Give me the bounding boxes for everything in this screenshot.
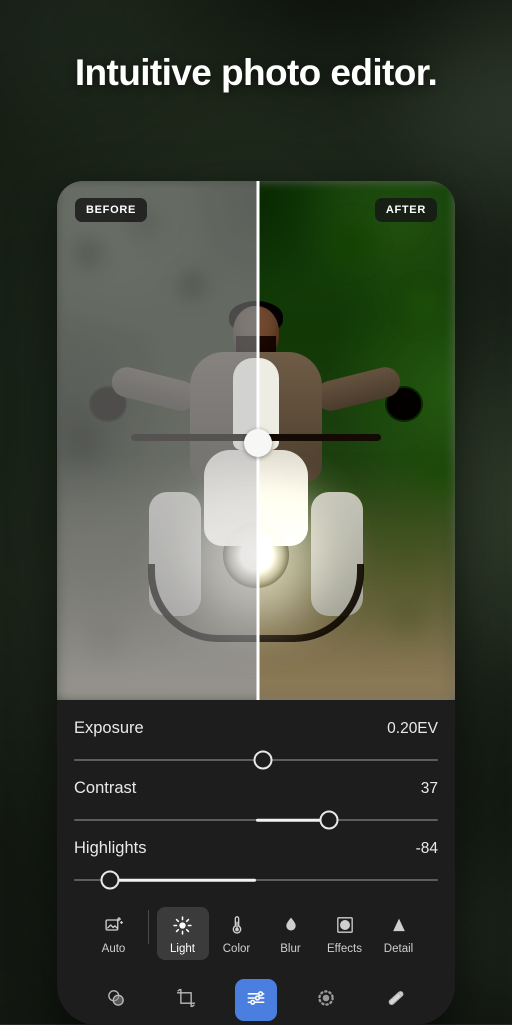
adjustment-row-contrast: Contrast 37 <box>74 775 438 831</box>
contrast-label: Contrast <box>74 779 137 797</box>
exposure-value: 0.20EV <box>387 720 438 737</box>
tool-detail-label: Detail <box>383 943 414 955</box>
adjustment-row-exposure: Exposure 0.20EV <box>74 715 438 771</box>
phone-mockup: BEFORE AFTER Exposure 0.20EV Contrast 37 <box>57 181 455 1025</box>
nav-retouch[interactable] <box>375 979 417 1021</box>
slider-knob[interactable] <box>319 810 339 830</box>
photo-sparkle-icon <box>104 914 124 936</box>
sliders-icon <box>245 987 267 1014</box>
tool-auto-label: Auto <box>101 943 126 955</box>
adjustment-header: Exposure 0.20EV <box>74 715 438 738</box>
page-title: Intuitive photo editor. <box>74 52 438 93</box>
slider-knob[interactable] <box>253 750 273 770</box>
droplet-icon <box>281 914 301 936</box>
contrast-slider[interactable] <box>74 809 438 831</box>
after-badge: AFTER <box>374 198 437 222</box>
before-badge: BEFORE <box>75 198 148 222</box>
tool-light[interactable]: Light <box>156 907 209 960</box>
highlights-label: Highlights <box>74 839 147 857</box>
nav-presets[interactable] <box>305 979 347 1021</box>
tool-effects[interactable]: Effects <box>319 907 371 960</box>
tool-color-label: Color <box>222 943 251 955</box>
vignette-icon <box>335 914 355 936</box>
nav-filters[interactable] <box>95 979 137 1021</box>
compare-divider-handle[interactable] <box>244 429 273 457</box>
slider-fill <box>256 818 329 822</box>
before-after-preview[interactable]: BEFORE AFTER <box>57 181 455 700</box>
adjustment-panel: Exposure 0.20EV Contrast 37 Highlights -… <box>57 700 455 901</box>
tool-strip: Auto Light Color Blur Effects Detail <box>57 901 455 970</box>
contrast-value: 37 <box>420 780 438 797</box>
thermometer-icon <box>227 914 247 936</box>
triangle-icon <box>389 914 409 936</box>
healing-brush-icon <box>385 987 407 1014</box>
slider-knob[interactable] <box>100 870 120 890</box>
tool-detail[interactable]: Detail <box>373 907 425 960</box>
sun-icon <box>172 914 193 936</box>
tool-color[interactable]: Color <box>211 907 263 960</box>
crop-rotate-icon <box>175 987 197 1014</box>
highlights-value: -84 <box>415 840 438 857</box>
tool-light-label: Light <box>170 943 195 955</box>
overlapping-circles-icon <box>105 987 127 1014</box>
slider-fill <box>110 878 256 882</box>
adjustment-row-highlights: Highlights -84 <box>74 835 438 891</box>
tool-divider <box>147 909 149 944</box>
tool-auto[interactable]: Auto <box>88 907 140 960</box>
adjustment-header: Contrast 37 <box>74 775 438 798</box>
highlights-slider[interactable] <box>74 869 438 891</box>
tool-effects-label: Effects <box>327 943 362 955</box>
tool-blur-label: Blur <box>280 943 301 955</box>
exposure-label: Exposure <box>74 719 144 737</box>
nav-crop[interactable] <box>165 979 207 1021</box>
tool-blur[interactable]: Blur <box>265 907 317 960</box>
dotted-circle-icon <box>315 987 337 1014</box>
bottom-nav <box>57 970 455 1025</box>
exposure-slider[interactable] <box>74 749 438 771</box>
nav-adjust[interactable] <box>235 979 277 1021</box>
adjustment-header: Highlights -84 <box>74 835 438 858</box>
